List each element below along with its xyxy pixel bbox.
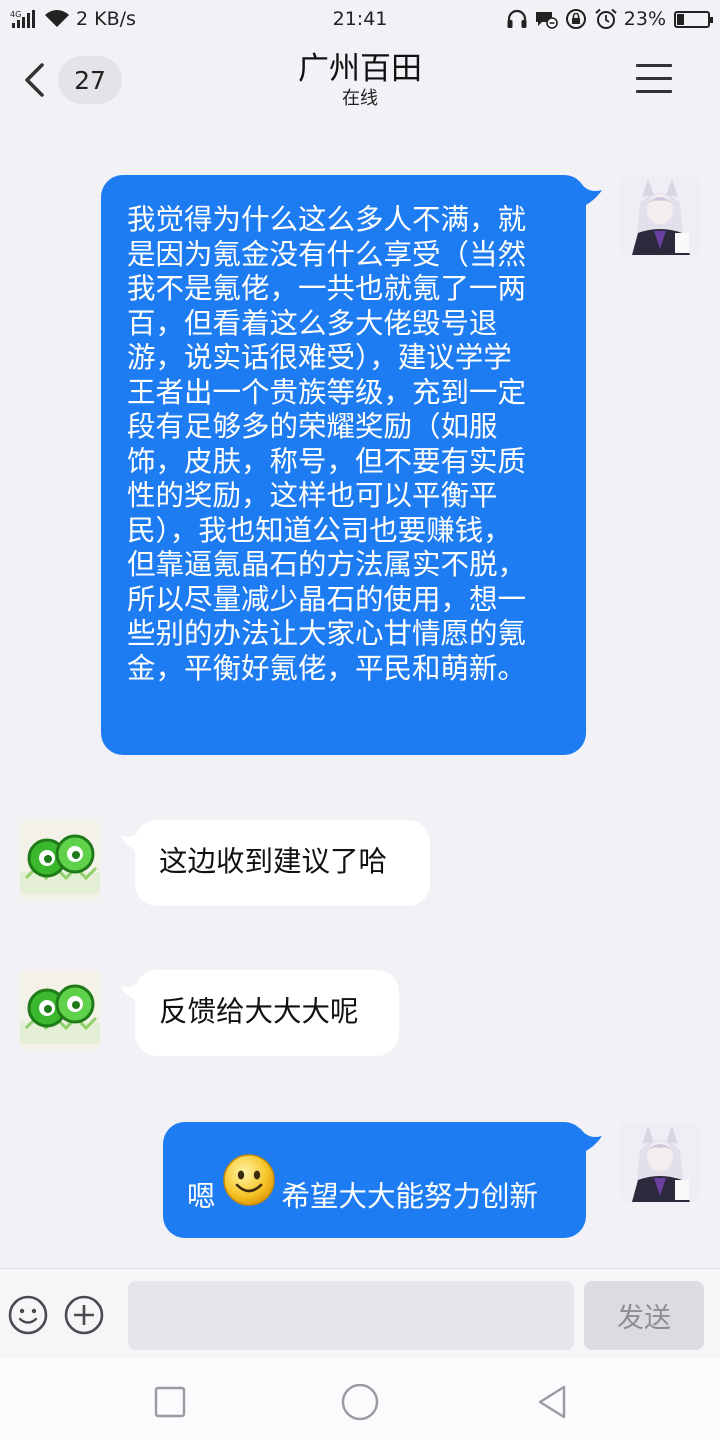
message-line: 段有足够多的荣耀奖励（如服 <box>127 410 498 443</box>
emoji-button[interactable] <box>8 1295 48 1335</box>
message-line: 金，平衡好氪佬，平民和萌新。 <box>127 651 527 685</box>
smile-emoji-icon <box>222 1154 275 1206</box>
online-status: 在线 <box>342 88 378 109</box>
message-line: 百，但看着这么多大佬毁号退 <box>127 306 498 340</box>
message-text: 希望大大能努力创新 <box>281 1179 539 1213</box>
message-line: 民），我也知道公司也要赚钱， <box>127 513 512 547</box>
headphones-icon <box>506 9 528 29</box>
message-text: 反馈给大大大呢 <box>159 995 359 1028</box>
status-right: 23% <box>506 8 713 30</box>
battery-icon <box>674 10 713 28</box>
chevron-left-icon <box>25 63 44 97</box>
bubble-tail <box>580 182 602 208</box>
triangle-back-icon <box>538 1385 566 1419</box>
contact-avatar[interactable] <box>20 970 100 1050</box>
menu-icon-bar <box>636 77 672 80</box>
menu-icon-bar <box>636 64 672 67</box>
plus-circle-icon <box>64 1295 104 1335</box>
message-line: 但靠逼氪晶石的方法属实不脱， <box>127 548 527 581</box>
status-bar: 4G 2 KB/s 21:41 23% <box>0 0 720 38</box>
network-speed: 2 KB/s <box>76 8 136 30</box>
back-nav-button[interactable] <box>532 1382 572 1422</box>
back-button[interactable] <box>18 60 52 100</box>
my-avatar[interactable] <box>620 1122 700 1202</box>
message-text: 嗯 <box>187 1179 216 1213</box>
anime-avatar-image <box>620 175 700 255</box>
my-avatar[interactable] <box>620 175 700 255</box>
message-line: 是因为氪金没有什么享受（当然 <box>127 237 527 271</box>
circle-icon <box>341 1383 379 1421</box>
game-logo-icon <box>20 820 100 900</box>
message-line: 我觉得为什么这么多人不满，就 <box>127 203 527 236</box>
message-text: 这边收到建议了哈 <box>159 845 388 878</box>
chat-header: 27 广州百田 在线 <box>0 38 720 120</box>
home-button[interactable] <box>340 1382 380 1422</box>
rotation-lock-icon <box>564 8 588 30</box>
bubble-tail <box>580 1128 602 1154</box>
message-line: 王者出一个贵族等级，充到一定 <box>127 375 527 409</box>
message-bubble[interactable]: 我觉得为什么这么多人不满，就 是因为氪金没有什么享受（当然 我不是氪佬，一共也就… <box>101 175 586 755</box>
unread-count-badge[interactable]: 27 <box>58 56 122 104</box>
message-line: 所以尽量减少晶石的使用，想一 <box>127 582 527 616</box>
title-block: 广州百田 在线 <box>160 50 560 110</box>
recent-apps-button[interactable] <box>150 1382 190 1422</box>
signal-icon: 4G <box>10 9 38 29</box>
message-input[interactable] <box>128 1281 574 1350</box>
input-bar: 发送 <box>0 1268 720 1358</box>
svg-text:4G: 4G <box>10 10 21 19</box>
contact-avatar[interactable] <box>20 820 100 900</box>
chat-title: 广州百田 <box>298 51 422 87</box>
message-bubble[interactable]: 反馈给大大大呢 <box>135 970 399 1056</box>
square-icon <box>154 1386 186 1418</box>
message-bubble[interactable]: 这边收到建议了哈 <box>135 820 430 906</box>
anime-avatar-image <box>620 1122 700 1202</box>
wifi-icon <box>44 9 70 29</box>
menu-icon-bar <box>636 90 672 93</box>
alarm-icon <box>594 8 618 30</box>
system-nav-bar <box>0 1358 720 1440</box>
menu-button[interactable] <box>636 64 672 98</box>
battery-percent: 23% <box>623 8 666 30</box>
dnd-message-icon <box>534 9 558 29</box>
message-line: 饰，皮肤，称号，但不要有实质 <box>127 444 527 478</box>
send-button[interactable]: 发送 <box>584 1281 704 1350</box>
message-bubble[interactable]: 嗯 希望大大能努力创新 <box>163 1122 586 1238</box>
game-logo-icon <box>20 970 100 1050</box>
more-button[interactable] <box>64 1295 104 1335</box>
battery-level <box>677 13 685 25</box>
status-left: 4G 2 KB/s <box>10 8 136 30</box>
smiley-icon <box>8 1295 48 1335</box>
message-line: 游，说实话很难受），建议学学 <box>127 341 512 374</box>
message-list[interactable]: 我觉得为什么这么多人不满，就 是因为氪金没有什么享受（当然 我不是氪佬，一共也就… <box>0 120 720 1268</box>
message-line: 我不是氪佬，一共也就氪了一两 <box>127 272 527 305</box>
message-line: 些别的办法让大家心甘情愿的氪 <box>127 617 527 650</box>
message-line: 性的奖励，这样也可以平衡平 <box>127 479 498 512</box>
